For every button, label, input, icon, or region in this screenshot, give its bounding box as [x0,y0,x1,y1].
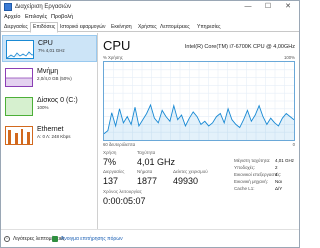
page-title: CPU [103,38,131,53]
spec-value: Ναι [275,179,282,184]
open-resource-monitor-link[interactable]: Άνοιγμα επιτήρησης πόρων [61,235,123,243]
menu-options[interactable]: Επιλογές [25,13,47,22]
sidebar-item-disk[interactable]: Δίσκος 0 (C:) 100% [2,93,97,120]
tab-bar: Διεργασίες Επιδόσεις Ιστορικό εφαρμογών … [1,22,299,33]
task-manager-icon [4,3,12,11]
graph-max-label: 100% [284,55,295,60]
speed-value: 4,01 GHz [137,157,176,167]
tab-services[interactable]: Υπηρεσίες [195,23,222,32]
cpu-usage-graph [103,61,295,141]
uptime-label: Χρόνος λειτουργίας [103,189,142,194]
threads-label: Νήματα [137,169,153,174]
spec-label: Μέγιστη ταχύτητα: [234,158,271,163]
resource-monitor-icon[interactable] [52,236,58,242]
spec-value: 4 [275,172,278,177]
graph-time-label: 60 δευτερόλεπτα [103,142,136,147]
footer-bar: ^ Λιγότερες λεπτομέρειες Άνοιγμα επιτήρη… [1,229,299,247]
uptime-value: 0:00:05:07 [103,196,146,206]
sidebar-value: 2,0/4,0 GB (50%) [37,76,72,81]
tab-app-history[interactable]: Ιστορικό εφαρμογών [58,23,108,32]
processes-label: Διεργασίες [103,169,125,174]
processes-value: 137 [103,176,119,186]
cpu-detail-panel: CPU Intel(R) Core(TM) i7-6700K CPU @ 4,0… [100,33,298,229]
title-bar: Διαχείριση Εργασιών — ☐ ✕ [1,1,299,13]
sidebar-item-cpu[interactable]: CPU 7% 4,01 GHz [2,35,97,62]
disk-thumbnail-graph [5,97,33,116]
spec-label: Cache L1: [234,186,255,191]
maximize-button[interactable]: ☐ [259,1,277,13]
sidebar-label: Ethernet [37,126,64,133]
sidebar-item-memory[interactable]: Μνήμη 2,0/4,0 GB (50%) [2,64,97,91]
sidebar-value: 100% [37,105,49,110]
cpu-model-name: Intel(R) Core(TM) i7-6700K CPU @ 4,00GHz [184,44,295,50]
spec-label: Εικονική μηχανή: [234,179,268,184]
sidebar-item-ethernet[interactable]: Ethernet Α: 0 Λ: 248 Kbps [2,122,97,149]
speed-label: Ταχύτητα [137,150,156,155]
cpu-thumbnail-graph [6,40,34,59]
spec-value: Δ/Υ [275,186,283,191]
sidebar-label: Δίσκος 0 (C:) [37,97,78,104]
tab-performance[interactable]: Επιδόσεις [30,22,59,33]
task-manager-window: Διαχείριση Εργασιών — ☐ ✕ Αρχείο Επιλογέ… [0,0,300,248]
handles-label: Δείκτες χειρισμού [173,169,208,174]
menu-file[interactable]: Αρχείο [4,13,20,22]
tab-processes[interactable]: Διεργασίες [2,23,30,32]
tab-users[interactable]: Χρήστες [136,23,159,32]
close-button[interactable]: ✕ [279,1,297,13]
chevron-up-icon[interactable]: ^ [4,236,10,242]
menu-view[interactable]: Προβολή [51,13,73,22]
minimize-button[interactable]: — [239,1,257,13]
tab-startup[interactable]: Εκκίνηση [109,23,134,32]
memory-thumbnail-graph [5,68,33,87]
spec-label: Υποδοχές: [234,165,256,170]
spec-value: 2 [275,165,278,170]
resource-sidebar: CPU 7% 4,01 GHz Μνήμη 2,0/4,0 GB (50%) Δ… [1,33,98,229]
handles-value: 49930 [173,176,199,186]
threads-value: 1877 [137,176,158,186]
sidebar-value: 7% 4,01 GHz [38,48,65,53]
menu-bar: Αρχείο Επιλογές Προβολή [1,13,299,22]
graph-axis-label: % Χρήσης [103,55,123,60]
cpu-usage-graph-svg [104,62,294,140]
usage-label: Χρήση [103,150,117,155]
graph-min-label: 0 [292,142,295,147]
sidebar-value: Α: 0 Λ: 248 Kbps [37,134,71,139]
usage-value: 7% [103,157,117,167]
sidebar-label: Μνήμη [37,68,59,75]
window-title: Διαχείριση Εργασιών [15,4,72,10]
sidebar-label: CPU [38,40,53,47]
ethernet-thumbnail-graph [5,126,33,145]
spec-value: 4,01 GHz [275,158,295,163]
tab-details[interactable]: Λεπτομέρειες [158,23,192,32]
